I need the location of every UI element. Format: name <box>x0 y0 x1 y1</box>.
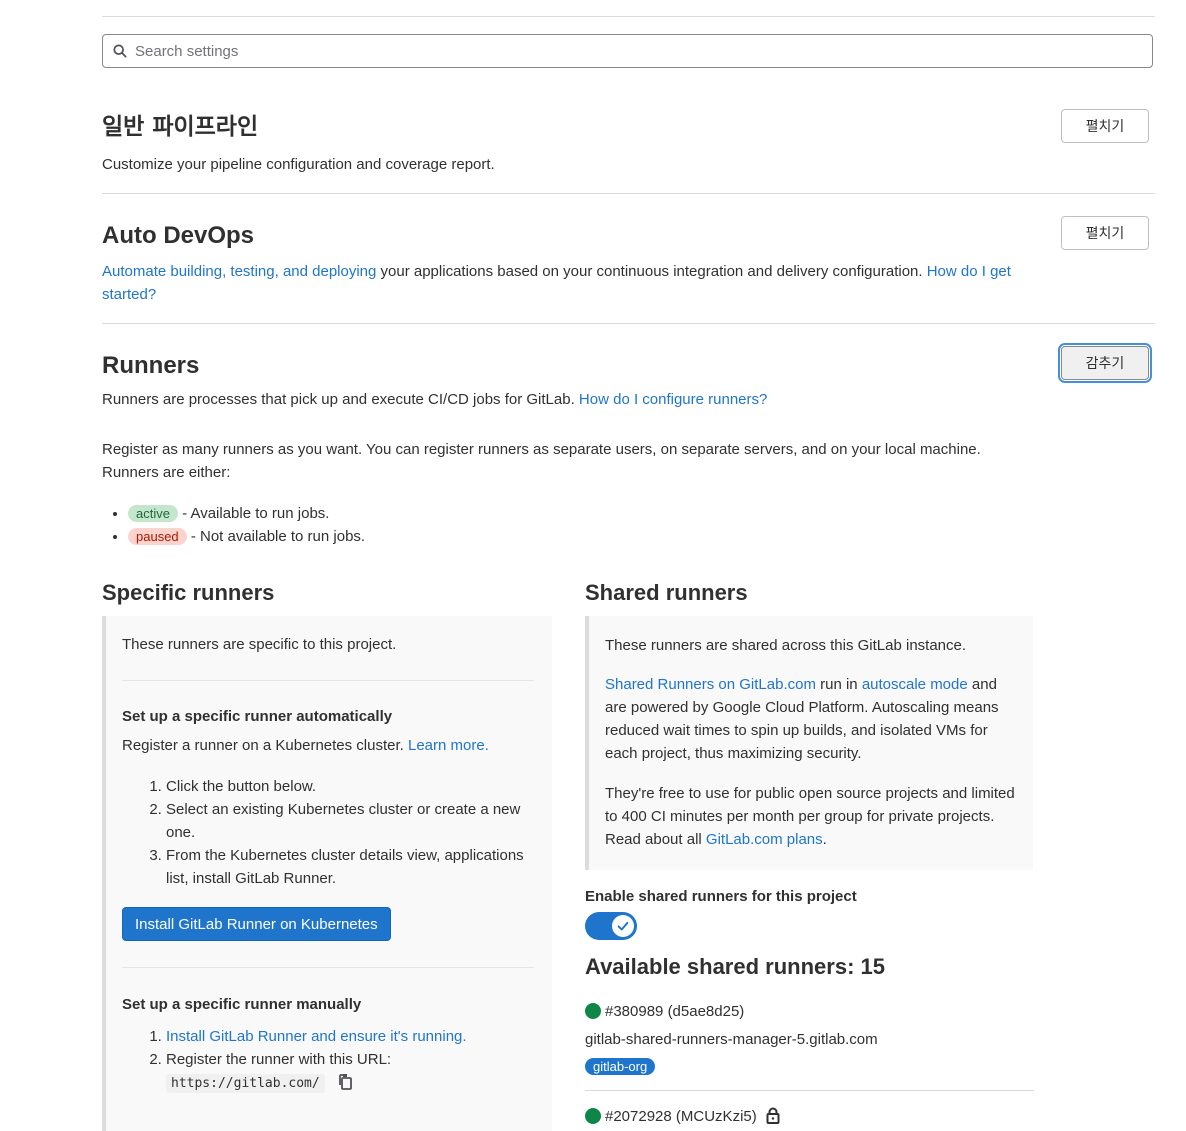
gitlab-plans-link[interactable]: GitLab.com plans <box>706 831 823 848</box>
list-item: Install GitLab Runner and ensure it's ru… <box>166 1025 534 1048</box>
section-description: Runners are processes that pick up and e… <box>102 388 1027 411</box>
specific-runners-title: Specific runners <box>102 580 275 605</box>
section-runners: Runners Runners are processes that pick … <box>102 346 1155 548</box>
expand-button[interactable]: 펼치기 <box>1061 216 1149 250</box>
paused-badge: paused <box>128 528 187 545</box>
shared-runners-panel: These runners are shared across this Git… <box>585 616 1033 870</box>
list-item: Select an existing Kubernetes cluster or… <box>166 798 534 844</box>
section-divider <box>102 193 1155 194</box>
description-text: your applications based on your continuo… <box>376 263 927 280</box>
search-input[interactable] <box>133 41 1117 61</box>
list-item: Register the runner with this URL: https… <box>166 1048 534 1095</box>
section-divider <box>102 323 1155 324</box>
shared-runners-gitlab-link[interactable]: Shared Runners on GitLab.com <box>605 676 816 693</box>
section-title: Auto DevOps <box>102 222 255 249</box>
shared-autoscale-text: Shared Runners on GitLab.com run in auto… <box>605 676 999 762</box>
specific-runners-panel: These runners are specific to this proje… <box>102 616 552 1131</box>
enable-shared-runners-label: Enable shared runners for this project <box>585 888 857 905</box>
list-item: From the Kubernetes cluster details view… <box>166 844 534 890</box>
list-item: paused - Not available to run jobs. <box>128 525 1155 548</box>
runner-states-list: active - Available to run jobs. paused -… <box>102 502 1155 548</box>
configure-runners-link[interactable]: How do I configure runners? <box>579 391 767 408</box>
search-icon <box>113 44 127 58</box>
collapse-button[interactable]: 감추기 <box>1061 346 1149 380</box>
automate-link[interactable]: Automate building, testing, and deployin… <box>102 263 376 280</box>
register-text: Register as many runners as you want. Yo… <box>102 441 981 481</box>
runner-host: gitlab-shared-runners-manager-5.gitlab.c… <box>585 1031 878 1048</box>
manual-setup-heading: Set up a specific runner manually <box>122 996 362 1013</box>
status-online-icon <box>585 1108 601 1124</box>
list-item: Click the button below. <box>166 775 534 798</box>
status-online-icon <box>585 1003 601 1019</box>
shared-intro: These runners are shared across this Git… <box>605 637 967 654</box>
enable-shared-runners-toggle[interactable] <box>585 912 637 940</box>
shared-runners-title: Shared runners <box>585 580 748 605</box>
runner-tag: gitlab-org <box>585 1058 656 1075</box>
runner-id: #380989 (d5ae8d25) <box>605 1003 745 1020</box>
specific-intro: These runners are specific to this proje… <box>122 636 397 653</box>
registration-url: https://gitlab.com/ <box>166 1074 325 1093</box>
panel-divider <box>122 967 534 968</box>
install-runner-link[interactable]: Install GitLab Runner and ensure it's ru… <box>166 1028 467 1045</box>
shared-pricing-text: They're free to use for public open sour… <box>605 785 1015 848</box>
toggle-knob <box>612 915 634 937</box>
auto-setup-steps: Click the button below. Select an existi… <box>122 775 534 890</box>
auto-setup-heading: Set up a specific runner automatically <box>122 708 393 725</box>
auto-setup-text: Register a runner on a Kubernetes cluste… <box>122 737 489 754</box>
lock-icon <box>766 1107 780 1124</box>
section-general-pipelines: 일반 파이프라인 Customize your pipeline configu… <box>102 109 1155 176</box>
learn-more-link[interactable]: Learn more. <box>408 737 489 754</box>
description-text: Runners are processes that pick up and e… <box>102 391 579 408</box>
section-description: Automate building, testing, and deployin… <box>102 260 1027 306</box>
expand-button[interactable]: 펼치기 <box>1061 109 1149 143</box>
section-auto-devops: Auto DevOps Automate building, testing, … <box>102 216 1155 306</box>
shared-runner-item: #380989 (d5ae8d25) gitlab-shared-runners… <box>585 1002 1034 1091</box>
section-title: 일반 파이프라인 <box>102 114 259 140</box>
runner-divider <box>585 1090 1034 1091</box>
copy-icon[interactable] <box>337 1073 353 1091</box>
search-settings-box[interactable] <box>102 34 1153 68</box>
manual-setup-steps: Install GitLab Runner and ensure it's ru… <box>122 1025 534 1095</box>
install-runner-kubernetes-button[interactable]: Install GitLab Runner on Kubernetes <box>122 907 391 941</box>
section-title: Runners <box>102 352 200 379</box>
runner-id: #2072928 (MCUzKzi5) <box>605 1108 757 1125</box>
section-description: Customize your pipeline configuration an… <box>102 156 495 173</box>
available-shared-runners-heading: Available shared runners: 15 <box>585 954 885 979</box>
list-item: active - Available to run jobs. <box>128 502 1155 525</box>
check-icon <box>617 921 629 931</box>
top-divider <box>102 16 1155 17</box>
panel-divider <box>122 680 534 681</box>
active-badge: active <box>128 505 178 522</box>
shared-runner-item: #2072928 (MCUzKzi5) <box>585 1107 781 1127</box>
autoscale-mode-link[interactable]: autoscale mode <box>862 676 968 693</box>
